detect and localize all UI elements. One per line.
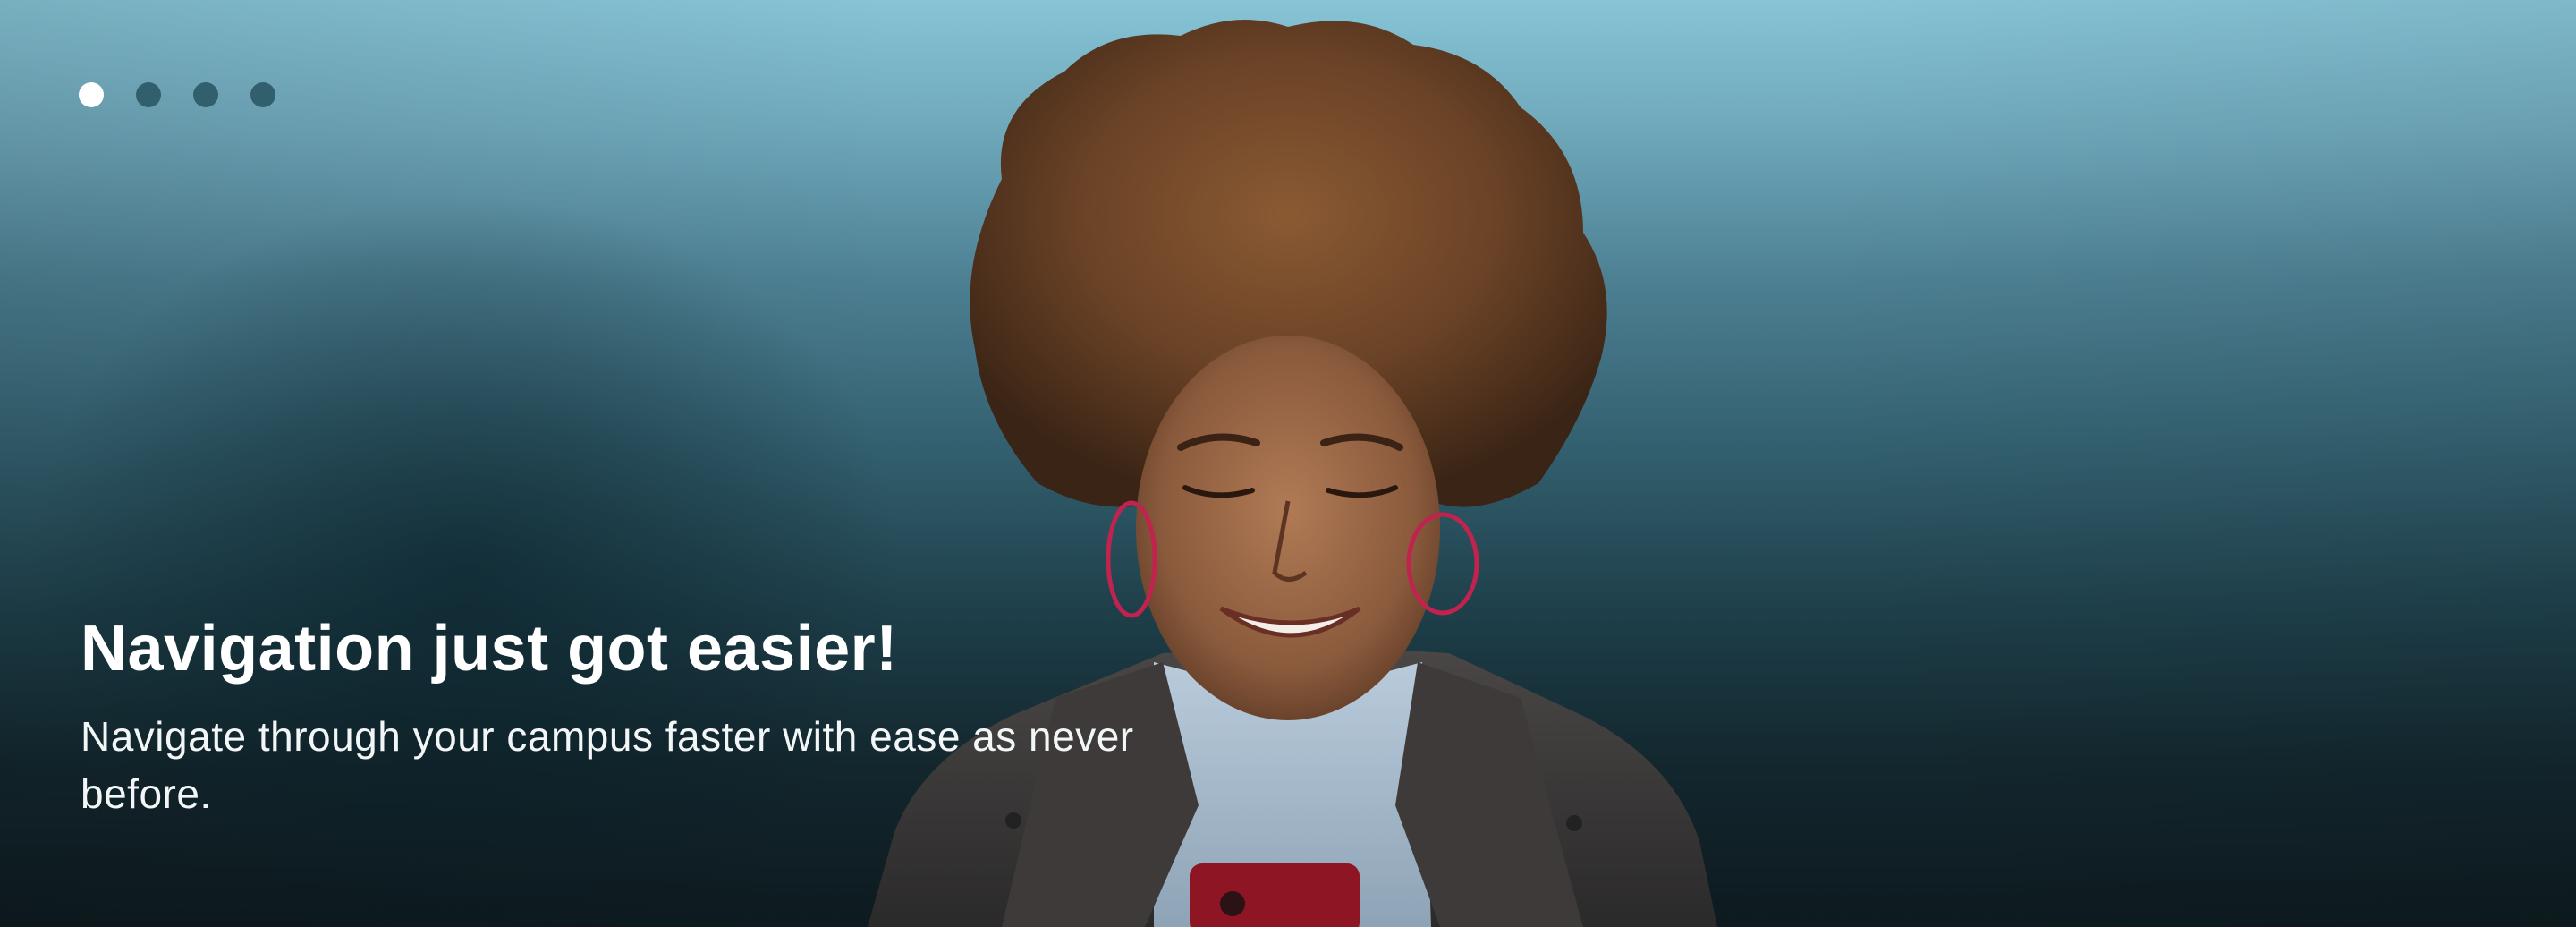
slide-subheadline: Navigate through your campus faster with… — [80, 713, 1134, 818]
onboarding-hero: Navigation just got easier! Navigate thr… — [0, 0, 2576, 927]
slide-headline: Navigation just got easier! — [80, 613, 898, 685]
pagination-dot-2[interactable] — [136, 82, 161, 107]
carousel-pagination — [79, 82, 275, 107]
pagination-dot-4[interactable] — [250, 82, 275, 107]
pagination-dot-1[interactable] — [79, 82, 104, 107]
pagination-dot-3[interactable] — [193, 82, 218, 107]
slide-copy: Navigation just got easier! Navigate thr… — [80, 613, 1190, 822]
